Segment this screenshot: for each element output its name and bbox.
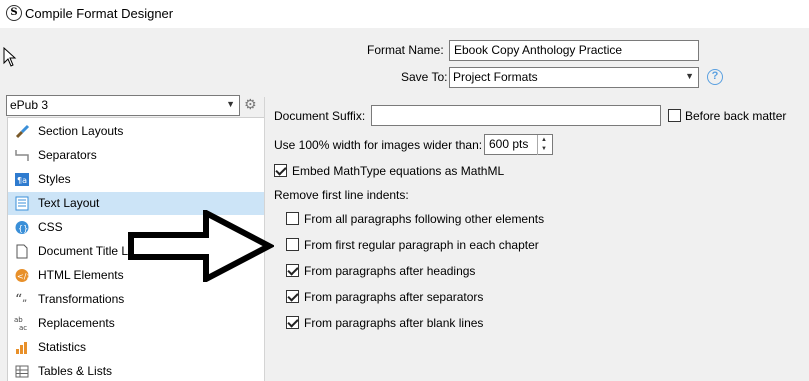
css-icon: {} [14, 220, 30, 235]
image-width-spinner[interactable]: ▲ ▼ [537, 135, 552, 155]
sidebar-item-label: Replacements [38, 316, 115, 330]
sidebar-item-label: Transformations [38, 292, 125, 306]
chevron-down-icon: ▼ [685, 71, 694, 81]
indent-option-checkbox[interactable] [286, 316, 299, 329]
styles-icon: ¶a [14, 172, 30, 187]
format-type-select[interactable]: ePub 3 ▼ [6, 95, 240, 116]
chevron-down-icon: ▼ [226, 99, 235, 109]
sidebar-item-replacements[interactable]: ab ac Replacements [8, 312, 264, 335]
svg-text:”: ” [22, 299, 27, 307]
brush-icon [14, 124, 30, 139]
spinner-up-icon[interactable]: ▲ [541, 137, 547, 143]
indent-option-label: From paragraphs after separators [304, 290, 484, 304]
image-width-value: 600 pts [489, 137, 529, 151]
indent-option-label: From all paragraphs following other elem… [304, 212, 545, 226]
document-suffix-input[interactable] [371, 105, 661, 126]
remove-indents-heading: Remove first line indents: [274, 188, 409, 202]
gear-icon[interactable]: ⚙ [244, 96, 257, 113]
svg-text:ac: ac [19, 324, 27, 331]
document-suffix-label: Document Suffix: [274, 109, 366, 123]
sidebar-item-label: Statistics [38, 340, 87, 354]
svg-text:ab: ab [14, 316, 23, 324]
indent-option-checkbox[interactable] [286, 238, 299, 251]
sidebar-item-label: Section Layouts [38, 124, 124, 138]
document-icon [14, 244, 30, 259]
svg-text:</>: </> [17, 272, 30, 281]
embed-mathtype-label: Embed MathType equations as MathML [292, 164, 505, 178]
title-bar: S Compile Format Designer [0, 0, 809, 28]
sidebar-item-styles[interactable]: ¶a Styles [8, 168, 264, 191]
svg-text:¶a: ¶a [17, 176, 27, 185]
before-back-matter-label: Before back matter [685, 109, 787, 123]
help-icon[interactable]: ? [707, 69, 723, 85]
mouse-cursor-icon [3, 47, 17, 67]
window-title: Compile Format Designer [25, 6, 174, 21]
sidebar-item-label: Text Layout [38, 196, 100, 210]
sidebar-item-section-layouts[interactable]: Section Layouts [8, 120, 264, 143]
annotation-arrow-icon [128, 210, 274, 282]
before-back-matter-checkbox[interactable] [668, 109, 681, 122]
chart-icon [14, 340, 30, 355]
sidebar-item-label: CSS [38, 220, 63, 234]
replace-icon: ab ac [14, 316, 30, 331]
indent-option-label: From first regular paragraph in each cha… [304, 238, 539, 252]
sidebar-item-label: HTML Elements [38, 268, 124, 282]
sidebar-item-transformations[interactable]: “” Transformations [8, 288, 264, 311]
quotes-icon: “” [14, 292, 30, 307]
indent-option-checkbox[interactable] [286, 290, 299, 303]
svg-text:{}: {} [18, 224, 28, 233]
indent-option-label: From paragraphs after headings [304, 264, 476, 278]
sidebar-item-tables-lists[interactable]: Tables & Lists [8, 360, 264, 381]
text-layout-icon [14, 196, 30, 211]
spinner-down-icon[interactable]: ▼ [541, 146, 547, 152]
sidebar-item-separators[interactable]: Separators [8, 144, 264, 167]
sidebar-item-label: Tables & Lists [38, 364, 113, 378]
format-name-input[interactable]: Ebook Copy Anthology Practice [449, 40, 699, 61]
image-width-label: Use 100% width for images wider than: [274, 138, 483, 152]
sidebar-item-statistics[interactable]: Statistics [8, 336, 264, 359]
save-to-select[interactable]: Project Formats ▼ [449, 67, 699, 88]
save-to-value: Project Formats [453, 70, 538, 84]
save-to-label: Save To: [401, 70, 448, 84]
format-type-value: ePub 3 [10, 98, 49, 112]
indent-option-checkbox[interactable] [286, 264, 299, 277]
embed-mathtype-checkbox[interactable] [274, 164, 287, 177]
indent-option-label: From paragraphs after blank lines [304, 316, 484, 330]
sidebar-item-label: Styles [38, 172, 71, 186]
scrivener-app-icon: S [6, 5, 22, 21]
html-icon: </> [14, 268, 30, 283]
sidebar-item-label: Separators [38, 148, 97, 162]
table-icon [14, 364, 30, 379]
separator-icon [14, 148, 30, 163]
format-name-label: Format Name: [367, 43, 444, 57]
indent-option-checkbox[interactable] [286, 212, 299, 225]
